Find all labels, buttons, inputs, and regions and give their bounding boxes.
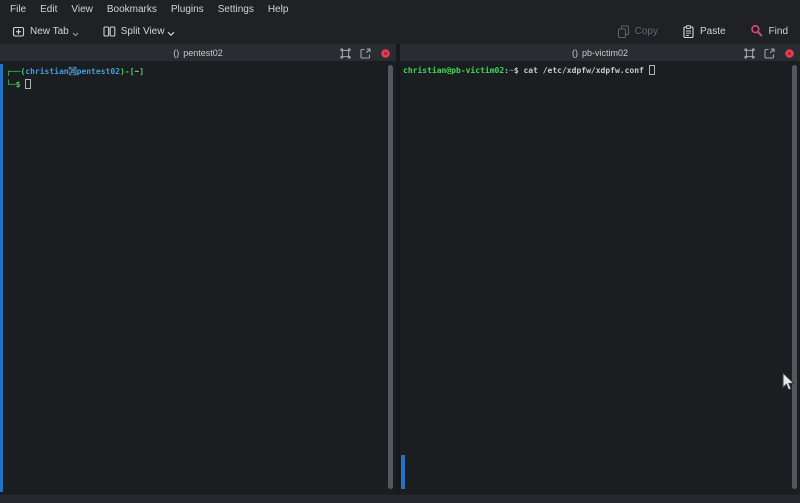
tab-new-icon xyxy=(12,25,25,38)
tab-bar-pb-victim02[interactable]: () pb-victim02 xyxy=(400,44,800,62)
clipboard-paste-icon xyxy=(682,25,695,38)
activity-highlight-strip xyxy=(401,455,405,489)
menu-view[interactable]: View xyxy=(64,2,100,17)
copy-button[interactable]: Copy xyxy=(613,22,662,41)
tab-title-text: pentest02 xyxy=(183,48,223,58)
terminal-cursor xyxy=(649,65,655,75)
tab-title: () pentest02 xyxy=(173,48,223,58)
tab-title-text: pb-victim02 xyxy=(582,48,628,58)
expand-split-icon[interactable] xyxy=(339,47,352,60)
chevron-down-icon xyxy=(167,31,175,37)
konsole-window: File Edit View Bookmarks Plugins Setting… xyxy=(0,0,800,503)
prompt-line-2: └─$ xyxy=(6,78,386,91)
menu-bar: File Edit View Bookmarks Plugins Setting… xyxy=(0,0,800,18)
magnifier-icon xyxy=(750,24,764,38)
paste-button[interactable]: Paste xyxy=(678,22,730,41)
menu-settings[interactable]: Settings xyxy=(211,2,261,17)
scrollbar-thumb[interactable] xyxy=(388,65,393,489)
chevron-down-icon xyxy=(72,32,79,37)
menu-help[interactable]: Help xyxy=(261,2,296,17)
copy-label: Copy xyxy=(635,26,658,37)
split-container: ()pentest02 ┌──(christian㉉pentest02 xyxy=(0,44,800,495)
split-view-icon xyxy=(103,25,116,38)
tab-title: () pb-victim02 xyxy=(572,48,628,58)
terminal-cursor xyxy=(25,79,31,89)
activity-highlight-strip xyxy=(0,64,3,492)
close-circle-icon[interactable] xyxy=(783,47,796,60)
detach-tab-icon[interactable] xyxy=(359,47,372,60)
scrollbar-thumb[interactable] xyxy=(792,65,797,489)
menu-file[interactable]: File xyxy=(3,2,33,17)
close-circle-icon[interactable] xyxy=(379,47,392,60)
pane-pb-victim02: ()pb-victim02 christian@pb-victim02 xyxy=(400,44,800,495)
split-view-label: Split View xyxy=(121,26,165,37)
terminal-view-pb-victim02[interactable]: christian@pb-victim02:~$ cat /etc/xdpfw/… xyxy=(400,62,800,495)
tab-bar-pentest02[interactable]: () pentest02 xyxy=(0,44,396,62)
menu-edit[interactable]: Edit xyxy=(33,2,64,17)
split-view-button[interactable]: Split View xyxy=(99,22,180,41)
expand-split-icon[interactable] xyxy=(743,47,756,60)
new-tab-button[interactable]: New Tab xyxy=(8,22,83,41)
new-tab-label: New Tab xyxy=(30,26,69,37)
tool-bar: New Tab Split View Copy xyxy=(0,18,800,44)
terminal-view-pentest02[interactable]: ┌──(christian㉉pentest02)-[~] └─$ xyxy=(0,62,396,495)
terminal-glyph-icon: () xyxy=(572,48,578,58)
find-button[interactable]: Find xyxy=(746,21,792,41)
pane-pentest02: ()pentest02 ┌──(christian㉉pentest02 xyxy=(0,44,396,495)
prompt-line-1: ┌──(christian㉉pentest02)-[~] xyxy=(6,65,386,78)
window-bottom-edge xyxy=(0,495,800,503)
terminal-content: ┌──(christian㉉pentest02)-[~] └─$ xyxy=(6,65,386,91)
menu-bookmarks[interactable]: Bookmarks xyxy=(100,2,164,17)
terminal-glyph-icon: () xyxy=(173,48,179,58)
detach-tab-icon[interactable] xyxy=(763,47,776,60)
terminal-content: christian@pb-victim02:~$ cat /etc/xdpfw/… xyxy=(403,64,790,77)
find-label: Find xyxy=(769,26,788,37)
menu-plugins[interactable]: Plugins xyxy=(164,2,211,17)
paste-label: Paste xyxy=(700,26,726,37)
command-line: christian@pb-victim02:~$ cat /etc/xdpfw/… xyxy=(403,64,790,77)
copy-icon xyxy=(617,25,630,38)
